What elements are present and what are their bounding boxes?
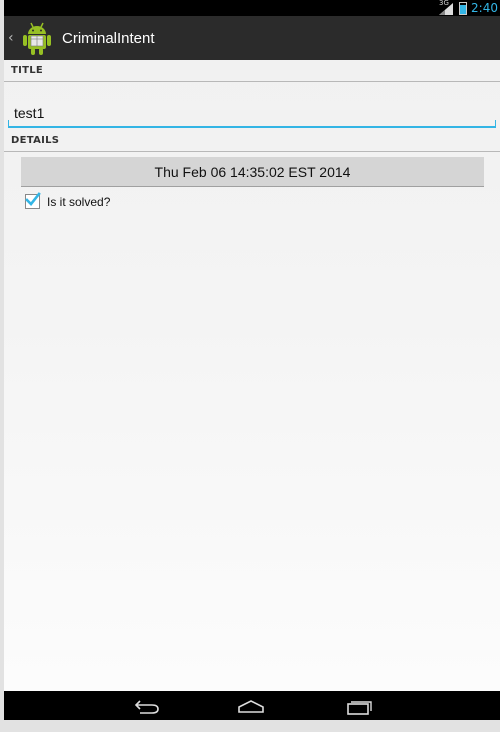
solved-checkbox[interactable] xyxy=(25,192,41,209)
android-icon[interactable] xyxy=(20,20,54,56)
checkmark-icon xyxy=(25,192,41,206)
date-button[interactable]: Thu Feb 06 14:35:02 EST 2014 xyxy=(21,157,484,187)
clock: 2:40 xyxy=(471,1,498,15)
details-section-header: DETAILS xyxy=(4,130,500,152)
title-input[interactable] xyxy=(14,105,214,121)
title-section-header: TITLE xyxy=(4,60,500,82)
solved-row[interactable]: Is it solved? xyxy=(25,192,111,209)
navigation-bar xyxy=(4,691,500,720)
battery-icon xyxy=(459,1,468,15)
chevron-left-icon[interactable]: ‹ xyxy=(4,30,18,46)
back-icon[interactable] xyxy=(132,696,162,716)
signal-icon: 3G xyxy=(439,0,455,15)
device-screen: 3G 2:40 ‹ CriminalIntent TITLE test1 DET… xyxy=(4,0,500,720)
crime-detail: TITLE DETAILS Thu Feb 06 14:35:02 EST 20… xyxy=(4,60,500,691)
recents-icon[interactable] xyxy=(344,696,374,716)
status-indicators: 3G 2:40 xyxy=(439,0,500,16)
app-title: CriminalIntent xyxy=(62,29,155,47)
window-frame: 3G 2:40 ‹ CriminalIntent TITLE test1 DET… xyxy=(0,0,500,732)
solved-label: Is it solved? xyxy=(47,194,111,209)
title-field[interactable] xyxy=(8,96,496,128)
status-bar: 3G 2:40 xyxy=(4,0,500,16)
action-bar[interactable]: ‹ CriminalIntent xyxy=(4,16,500,60)
home-icon[interactable] xyxy=(236,696,266,716)
